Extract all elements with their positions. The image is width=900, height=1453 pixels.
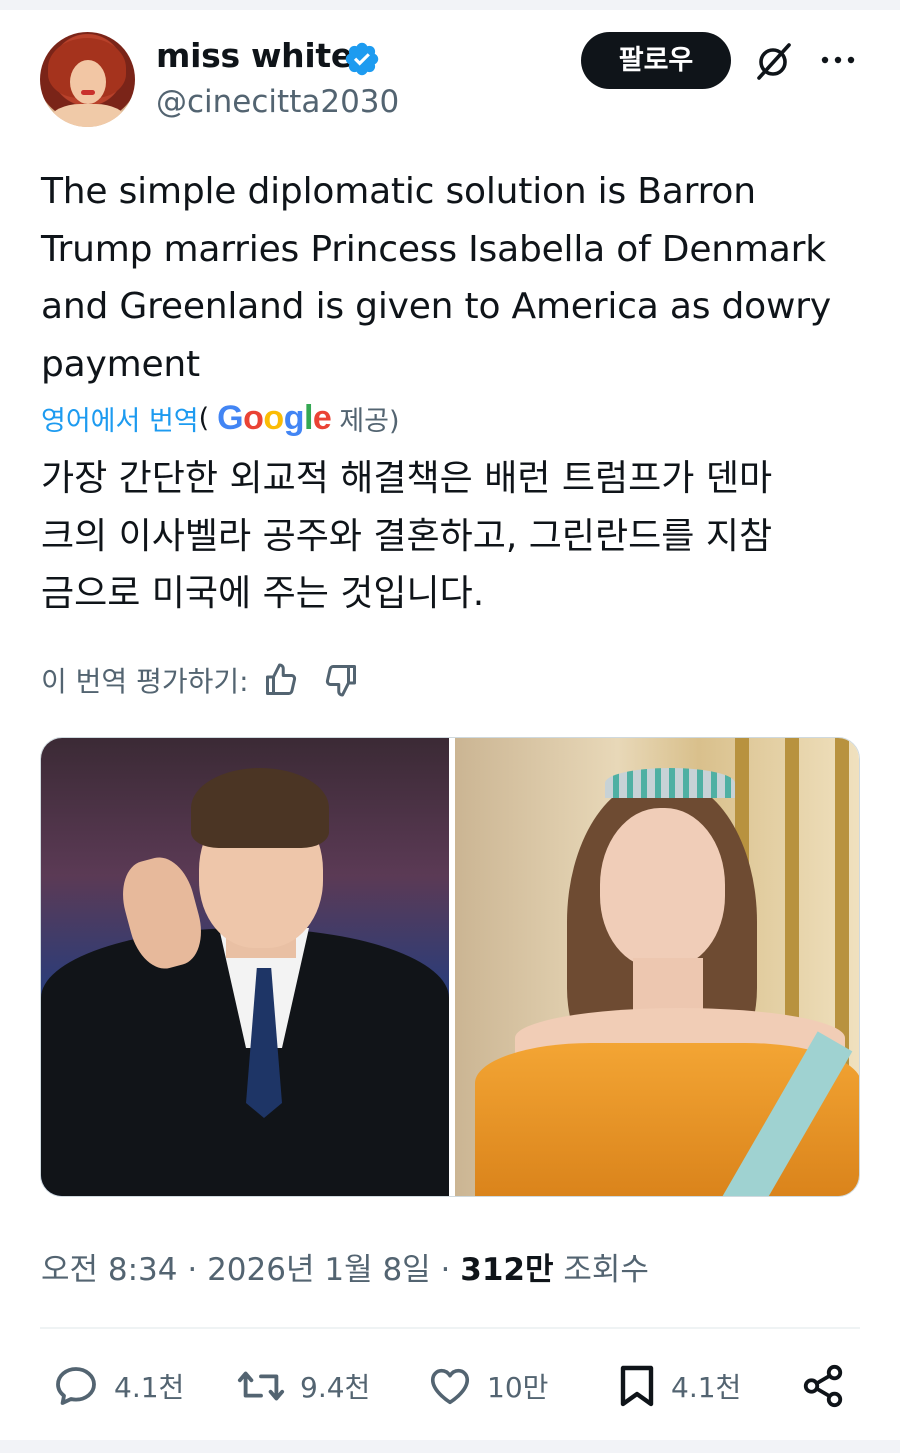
share-icon bbox=[803, 1364, 843, 1408]
follow-button[interactable]: 팔로우 bbox=[581, 32, 731, 89]
media-gallery[interactable] bbox=[40, 737, 860, 1197]
provided-label: 제공) bbox=[339, 405, 400, 437]
retweet-count: 9.4천 bbox=[300, 1371, 371, 1404]
action-bar: 4.1천 9.4천 10만 4.1천 bbox=[0, 1356, 900, 1416]
open-paren: ( bbox=[198, 402, 210, 434]
tweet-text-line: The simple diplomatic solution is Barron bbox=[41, 171, 756, 212]
photo-isabella[interactable] bbox=[455, 738, 859, 1196]
reply-button[interactable]: 4.1천 bbox=[52, 1356, 184, 1416]
grok-icon[interactable] bbox=[752, 40, 794, 82]
translation-attribution: 영어에서 번역 ( Google 제공) bbox=[41, 398, 400, 438]
retweet-button[interactable]: 9.4천 bbox=[236, 1356, 370, 1416]
like-count: 10만 bbox=[487, 1371, 549, 1404]
share-button[interactable] bbox=[800, 1356, 860, 1416]
avatar[interactable] bbox=[40, 32, 135, 127]
thumbs-up-icon[interactable] bbox=[263, 662, 299, 698]
like-button[interactable]: 10만 bbox=[427, 1356, 548, 1416]
tweet-time[interactable]: 오전 8:34 bbox=[41, 1252, 178, 1288]
bottom-strip bbox=[0, 1440, 900, 1453]
reply-icon bbox=[56, 1367, 96, 1405]
tweet-text-line: payment bbox=[41, 343, 200, 385]
tweet-date[interactable]: 2026년 1월 8일 bbox=[207, 1252, 431, 1288]
meta-separator: · bbox=[430, 1252, 461, 1288]
translated-from-link[interactable]: 영어에서 번역 bbox=[41, 399, 199, 438]
tweet-text-line: Trump marries Princess Isabella of Denma… bbox=[41, 228, 826, 270]
meta-separator: · bbox=[177, 1252, 208, 1288]
view-count: 312만 bbox=[460, 1252, 554, 1288]
view-count-label: 조회수 bbox=[553, 1252, 649, 1288]
translated-text-line: 크의 이사벨라 공주와 결혼하고, 그린란드를 지참 bbox=[41, 515, 773, 557]
translated-text: 가장 간단한 외교적 해결책은 배런 트럼프가 덴마 크의 이사벨라 공주와 결… bbox=[41, 450, 871, 623]
tweet-text-line: and Greenland is given to America as dow… bbox=[41, 286, 831, 327]
rate-translation-label: 이 번역 평가하기: bbox=[41, 665, 249, 698]
reply-count: 4.1천 bbox=[114, 1371, 185, 1404]
tweet-metadata: 오전 8:34 · 2026년 1월 8일 · 312만 조회수 bbox=[41, 1244, 649, 1289]
more-icon[interactable] bbox=[818, 52, 858, 68]
bookmark-count: 4.1천 bbox=[671, 1371, 742, 1404]
rate-translation-row: 이 번역 평가하기: bbox=[41, 658, 359, 702]
status-strip bbox=[0, 0, 900, 10]
verified-badge-icon bbox=[345, 42, 379, 76]
author-name[interactable]: miss white bbox=[156, 36, 353, 75]
divider bbox=[40, 1327, 860, 1329]
google-logo: Google bbox=[217, 398, 332, 437]
bookmark-icon bbox=[620, 1365, 654, 1407]
translated-text-line: 금으로 미국에 주는 것입니다. bbox=[41, 573, 485, 614]
photo-barron[interactable] bbox=[41, 738, 449, 1196]
author-handle[interactable]: @cinecitta2030 bbox=[156, 84, 399, 120]
thumbs-down-icon[interactable] bbox=[323, 662, 359, 698]
tweet-text: The simple diplomatic solution is Barron… bbox=[41, 163, 871, 393]
like-icon bbox=[430, 1368, 470, 1405]
bookmark-button[interactable]: 4.1천 bbox=[617, 1356, 741, 1416]
translated-text-line: 가장 간단한 외교적 해결책은 배런 트럼프가 덴마 bbox=[41, 458, 773, 499]
retweet-icon bbox=[237, 1371, 285, 1401]
